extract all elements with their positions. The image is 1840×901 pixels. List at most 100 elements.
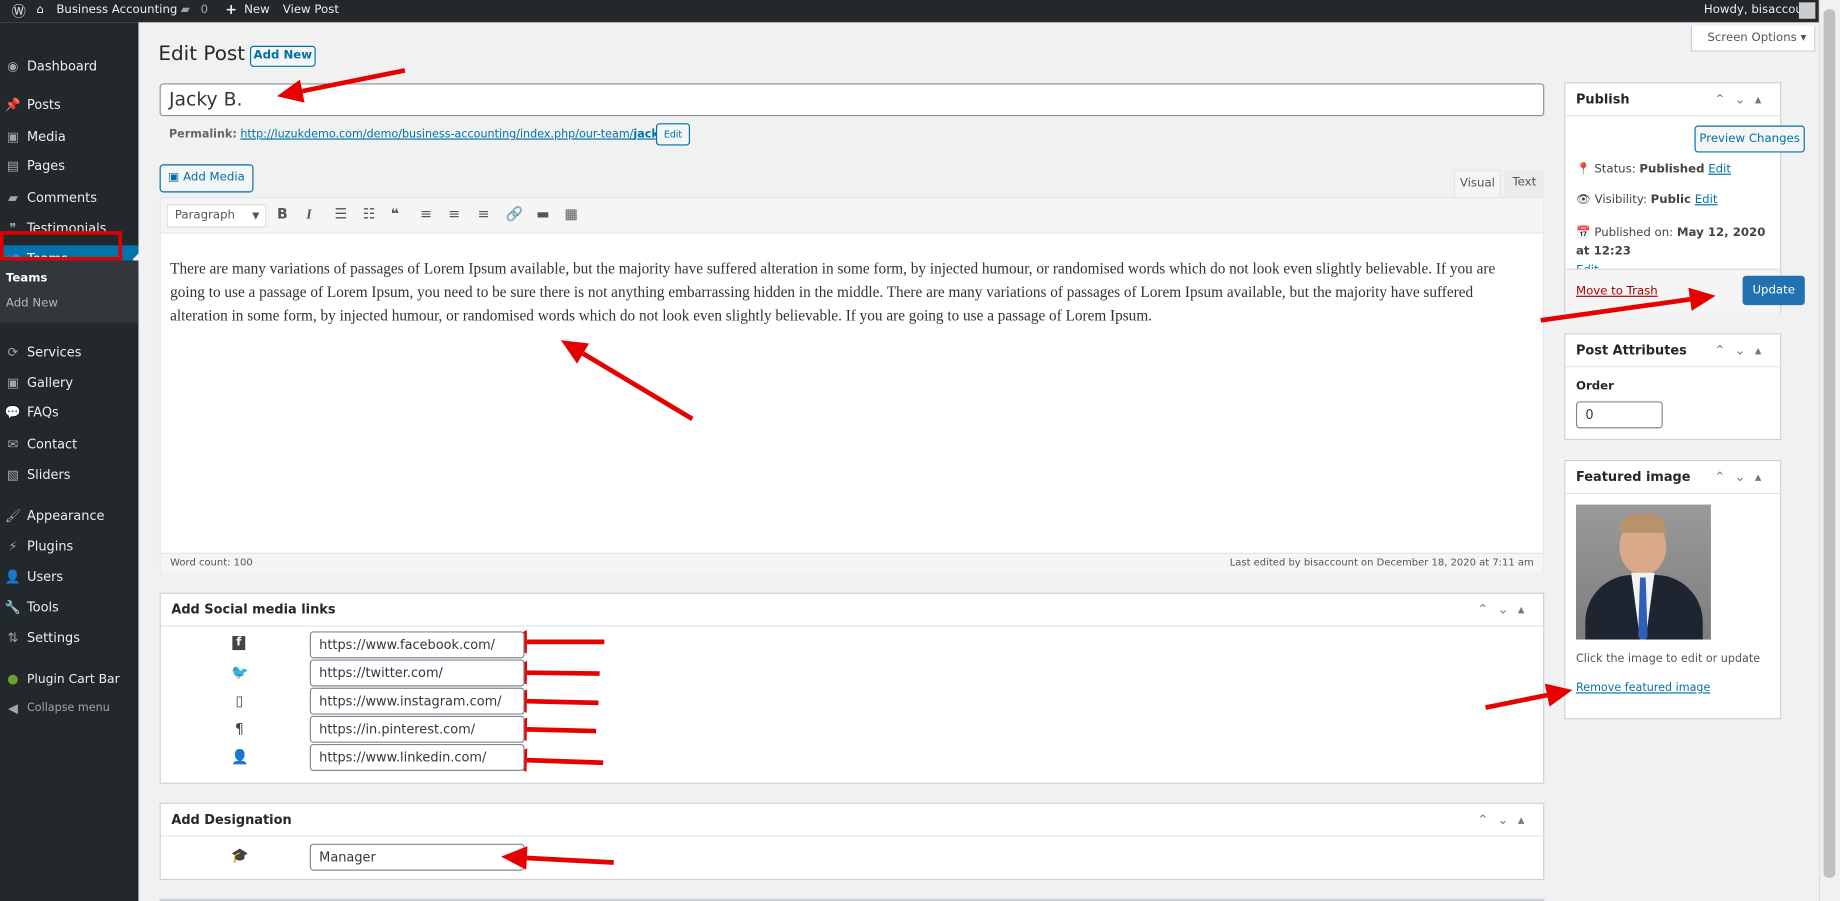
- designation-input[interactable]: Manager: [309, 843, 525, 871]
- sidebar-item-appearance[interactable]: 🖌 Appearance: [0, 502, 138, 530]
- social-link-input[interactable]: https://www.facebook.com/: [309, 631, 525, 659]
- twitter-icon: 🐦: [231, 664, 249, 681]
- sidebar-item-media[interactable]: ▣ Media: [0, 123, 138, 151]
- post-title-input[interactable]: Jacky B.: [159, 83, 1545, 117]
- preview-changes-button[interactable]: Preview Changes: [1694, 125, 1805, 153]
- chat-icon: 💬: [4, 404, 21, 421]
- sidebar-item-label: Plugin Cart Bar: [26, 672, 120, 687]
- social-link-input[interactable]: https://in.pinterest.com/: [309, 715, 525, 743]
- tab-text[interactable]: Text: [1504, 170, 1545, 198]
- bold-icon[interactable]: B: [277, 205, 288, 221]
- avatar[interactable]: [1798, 2, 1816, 19]
- permalink-link[interactable]: http://luzukdemo.com/demo/business-accou…: [240, 128, 682, 141]
- tab-visual[interactable]: Visual: [1453, 170, 1501, 199]
- sidebar-item-dashboard[interactable]: ◉ Dashboard: [0, 53, 138, 81]
- instagram-icon: ▯: [235, 692, 244, 709]
- permalink-edit-button[interactable]: Edit: [655, 123, 691, 146]
- featured-image[interactable]: [1575, 504, 1711, 640]
- social-links-title: Add Social media links: [160, 594, 1544, 627]
- blockquote-icon[interactable]: ❝: [391, 205, 399, 221]
- toolbar-toggle-icon[interactable]: ▦: [564, 205, 577, 221]
- featured-image-box: Featured image ⌃⌄▴ Click the image to ed…: [1564, 460, 1782, 720]
- update-button[interactable]: Update: [1742, 275, 1805, 306]
- last-edited: Last edited by bisaccount on December 18…: [1229, 557, 1534, 570]
- brush-icon: 🖌: [4, 508, 22, 524]
- order-input[interactable]: 0: [1575, 401, 1663, 429]
- align-center-icon[interactable]: ≡: [448, 205, 460, 221]
- plugin-icon: ⚡: [8, 538, 18, 554]
- wp-admin: Ⓦ ⌂ Business Accounting ▰ 0 + New View P…: [0, 0, 1840, 901]
- sidebar-item-pages[interactable]: ▤ Pages: [0, 153, 138, 181]
- view-post-link[interactable]: View Post: [283, 4, 339, 17]
- sidebar-item-tools[interactable]: 🔧 Tools: [0, 594, 138, 622]
- sidebar-item-comments[interactable]: ▰ Comments: [0, 184, 138, 212]
- user-icon: 👤: [4, 569, 21, 585]
- visibility-edit-link[interactable]: Edit: [1695, 194, 1718, 207]
- scrollbar[interactable]: [1818, 0, 1840, 901]
- link-icon[interactable]: 🔗: [506, 205, 524, 221]
- submenu-add-new[interactable]: Add New: [6, 297, 58, 310]
- remove-featured-image-link[interactable]: Remove featured image: [1576, 682, 1710, 695]
- sidebar-item-faqs[interactable]: 💬 FAQs: [0, 399, 138, 427]
- publish-box: Publish ⌃⌄▴ Preview Changes 📍 Status: Pu…: [1564, 82, 1805, 314]
- numbered-list-icon[interactable]: ☷: [363, 205, 376, 221]
- sidebar-item-plugins[interactable]: ⚡ Plugins: [0, 533, 138, 561]
- read-more-icon[interactable]: ▬: [536, 205, 549, 221]
- submenu-teams[interactable]: Teams: [6, 272, 48, 285]
- add-media-button[interactable]: ▣ Add Media: [159, 164, 254, 193]
- align-left-icon[interactable]: ≡: [420, 205, 432, 221]
- new-link[interactable]: New: [244, 4, 270, 17]
- sidebar-item-collapse-menu[interactable]: ◀ Collapse menu: [0, 695, 138, 723]
- social-link-input[interactable]: https://www.linkedin.com/: [309, 743, 525, 771]
- social-link-input[interactable]: https://twitter.com/: [309, 659, 525, 687]
- sidebar-item-testimonials[interactable]: ❞ Testimonials: [0, 215, 138, 243]
- box-controls[interactable]: ⌃⌄▴: [1714, 83, 1770, 116]
- italic-icon[interactable]: I: [306, 205, 311, 223]
- status-edit-link[interactable]: Edit: [1708, 163, 1731, 176]
- sidebar-item-contact[interactable]: ✉ Contact: [0, 431, 138, 459]
- wrench-icon: 🔧: [4, 599, 21, 615]
- box-controls[interactable]: ⌃⌄▴: [1477, 594, 1533, 627]
- email-icon: ✉: [7, 436, 19, 452]
- editor: Paragraph ▼ There are many variations of …: [159, 197, 1545, 573]
- bullet-list-icon[interactable]: ☰: [334, 205, 347, 221]
- cart-bar-icon: ●: [7, 671, 19, 687]
- sidebar-item-gallery[interactable]: ▣ Gallery: [0, 370, 138, 398]
- sidebar-item-sliders[interactable]: ▧ Sliders: [0, 461, 138, 489]
- media-icon: ▣: [168, 171, 180, 185]
- box-controls[interactable]: ⌃⌄▴: [1714, 334, 1770, 367]
- permalink-label: Permalink:: [168, 127, 237, 141]
- sidebar-item-label: Plugins: [26, 538, 74, 554]
- comments-icon[interactable]: ▰: [181, 4, 190, 17]
- format-select[interactable]: Paragraph ▼: [166, 204, 267, 228]
- sidebar-item-posts[interactable]: 📌 Posts: [0, 92, 138, 120]
- media-icon: ▣: [6, 129, 20, 145]
- wordpress-logo-icon[interactable]: Ⓦ: [12, 1, 26, 21]
- add-new-button[interactable]: Add New: [249, 45, 316, 67]
- box-controls[interactable]: ⌃⌄▴: [1714, 461, 1770, 494]
- format-value: Paragraph: [174, 208, 235, 222]
- sidebar-item-services[interactable]: ⟳ Services: [0, 339, 138, 367]
- social-link-input[interactable]: https://www.instagram.com/: [309, 687, 525, 715]
- sidebar-item-settings[interactable]: ⇅ Settings: [0, 624, 138, 652]
- editor-content[interactable]: There are many variations of passages of…: [161, 234, 1543, 553]
- linkedin-icon: 👤: [231, 748, 249, 766]
- home-icon: ⌂: [36, 3, 44, 17]
- align-right-icon[interactable]: ≡: [478, 205, 490, 221]
- site-name-link[interactable]: Business Accounting: [56, 4, 177, 17]
- screen-options-label: Screen Options: [1707, 31, 1797, 45]
- plus-icon: +: [225, 1, 238, 18]
- pages-icon: ▤: [6, 158, 20, 174]
- move-to-trash-link[interactable]: Move to Trash: [1576, 285, 1658, 298]
- screen-options-button[interactable]: Screen Options ▾: [1690, 25, 1816, 52]
- admin-sidebar: ◉ Dashboard 📌 Posts ▣ Media ▤ Pages ▰ Comments ❞ Te…: [0, 22, 139, 901]
- box-controls[interactable]: ⌃⌄▴: [1477, 804, 1533, 837]
- gallery-icon: ▣: [6, 375, 20, 391]
- eye-icon: 👁: [1575, 193, 1591, 207]
- sidebar-item-plugin-cart-bar[interactable]: ● Plugin Cart Bar: [0, 665, 138, 693]
- sidebar-item-label: Testimonials: [26, 220, 107, 236]
- page-title: Edit Post: [158, 42, 246, 66]
- permalink: Permalink: http://luzukdemo.com/demo/bus…: [169, 128, 682, 141]
- comments-count[interactable]: 0: [201, 4, 208, 17]
- sidebar-item-users[interactable]: 👤 Users: [0, 563, 138, 591]
